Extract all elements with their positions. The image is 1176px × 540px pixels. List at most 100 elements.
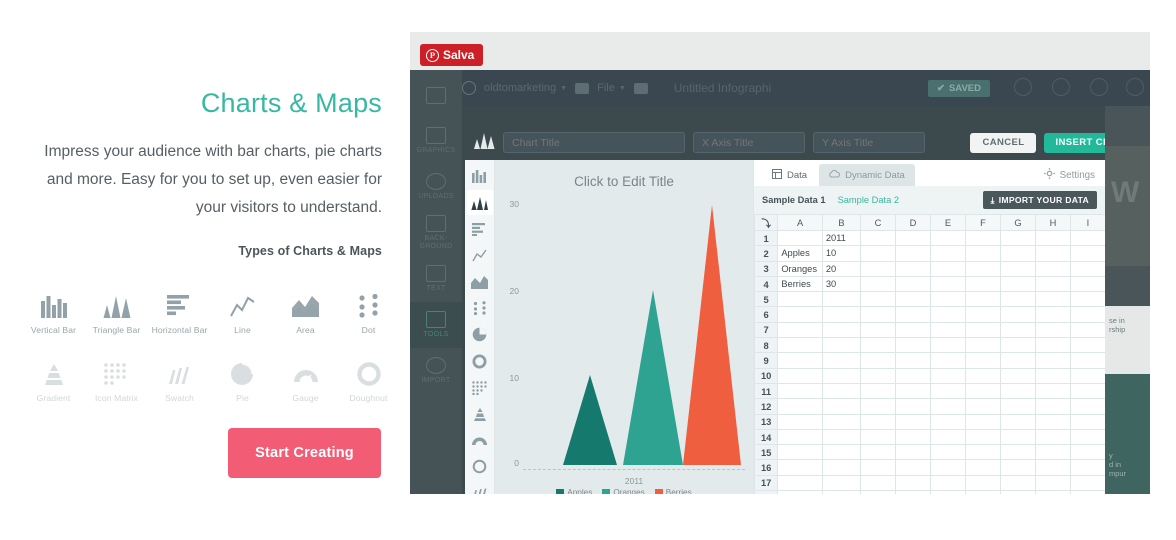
spreadsheet-cell[interactable] xyxy=(1069,367,1105,384)
start-creating-button[interactable]: Start Creating xyxy=(228,428,381,478)
strip-swatch-icon[interactable] xyxy=(467,481,493,494)
spreadsheet-cell[interactable] xyxy=(895,367,931,384)
spreadsheet-cell[interactable] xyxy=(999,490,1036,494)
spreadsheet-cell[interactable] xyxy=(895,459,931,476)
spreadsheet-cell[interactable] xyxy=(1034,398,1071,415)
bar-apples[interactable] xyxy=(563,375,617,470)
sample-data-2-link[interactable]: Sample Data 2 xyxy=(838,195,900,205)
spreadsheet-cell[interactable] xyxy=(777,229,823,247)
spreadsheet-cell[interactable] xyxy=(1034,275,1071,293)
spreadsheet-cell[interactable] xyxy=(964,398,1001,415)
spreadsheet-cell[interactable] xyxy=(821,382,862,400)
preview-icon[interactable] xyxy=(1014,78,1032,96)
spreadsheet-cell[interactable] xyxy=(1069,337,1105,354)
spreadsheet-cell[interactable]: 10 xyxy=(821,245,862,262)
spreadsheet-cell[interactable] xyxy=(930,337,966,354)
spreadsheet-cell[interactable] xyxy=(999,321,1036,339)
row-header[interactable]: 10 xyxy=(754,367,779,384)
spreadsheet-cell[interactable] xyxy=(1034,291,1071,308)
column-header-g[interactable]: G xyxy=(999,214,1036,231)
chart-preview[interactable]: Click to Edit Title 30 20 10 0 2011 Appl… xyxy=(495,160,753,494)
row-header[interactable]: 17 xyxy=(754,474,779,492)
spreadsheet-cell[interactable] xyxy=(1069,413,1105,430)
spreadsheet-cell[interactable] xyxy=(1069,398,1105,415)
spreadsheet-cell[interactable] xyxy=(1069,428,1105,446)
chart-type-gradient[interactable]: Gradient xyxy=(22,356,85,403)
spreadsheet-cell[interactable] xyxy=(860,413,897,430)
spreadsheet-cell[interactable] xyxy=(930,382,966,400)
spreadsheet-cell[interactable] xyxy=(777,321,823,339)
file-menu[interactable]: File ▼ xyxy=(597,82,626,94)
spreadsheet-cell[interactable] xyxy=(930,275,966,293)
strip-dot-chart-icon[interactable] xyxy=(467,296,493,320)
spreadsheet-cell[interactable] xyxy=(964,260,1001,277)
row-header[interactable]: 12 xyxy=(754,398,779,415)
spreadsheet-cell[interactable] xyxy=(895,428,931,446)
spreadsheet-cell[interactable] xyxy=(930,398,966,415)
chart-type-vertical-bar[interactable]: Vertical Bar xyxy=(22,288,85,335)
spreadsheet-cell[interactable] xyxy=(964,382,1001,400)
spreadsheet-cell[interactable] xyxy=(964,229,1001,247)
strip-triangle-bar-icon[interactable] xyxy=(466,190,493,215)
spreadsheet-cell[interactable] xyxy=(964,413,1001,430)
spreadsheet-cell[interactable] xyxy=(1034,413,1071,430)
spreadsheet-cell[interactable] xyxy=(821,444,862,461)
spreadsheet-cell[interactable] xyxy=(895,229,931,247)
spreadsheet-cell[interactable] xyxy=(964,444,1001,461)
spreadsheet-cell[interactable] xyxy=(999,382,1036,400)
spreadsheet-cell[interactable] xyxy=(895,474,931,492)
spreadsheet-cell[interactable] xyxy=(860,229,897,247)
row-header[interactable]: 3 xyxy=(754,260,779,277)
document-title[interactable]: Untitled Infographi xyxy=(674,81,771,95)
spreadsheet-cell[interactable] xyxy=(930,260,966,277)
spreadsheet-cell[interactable] xyxy=(1034,428,1071,446)
row-header[interactable]: 18 xyxy=(754,490,779,494)
spreadsheet-cell[interactable] xyxy=(930,490,966,494)
y-axis-title-input[interactable] xyxy=(813,132,925,153)
account-menu[interactable]: oldtomarketing ▼ xyxy=(484,82,567,94)
spreadsheet-cell[interactable] xyxy=(964,474,1001,492)
spreadsheet-cell[interactable] xyxy=(999,245,1036,262)
spreadsheet-cell[interactable] xyxy=(821,367,862,384)
strip-ring-icon[interactable] xyxy=(467,455,493,479)
spreadsheet-cell[interactable] xyxy=(930,413,966,430)
spreadsheet-cell[interactable] xyxy=(999,229,1036,247)
sidebar-item-import[interactable]: IMPORT xyxy=(410,348,462,394)
spreadsheet-cell[interactable] xyxy=(1034,490,1071,494)
chart-type-swatch[interactable]: Swatch xyxy=(148,356,211,403)
spreadsheet-cell[interactable] xyxy=(777,367,823,384)
spreadsheet-cell[interactable] xyxy=(999,444,1036,461)
spreadsheet-cell[interactable] xyxy=(895,490,931,494)
spreadsheet-cell[interactable] xyxy=(964,337,1001,354)
spreadsheet-cell[interactable] xyxy=(999,459,1036,476)
spreadsheet-cell[interactable] xyxy=(1034,474,1071,492)
spreadsheet-cell[interactable] xyxy=(930,474,966,492)
spreadsheet-cell[interactable] xyxy=(1069,245,1105,262)
spreadsheet-cell[interactable] xyxy=(777,474,823,492)
publish-icon[interactable] xyxy=(1126,78,1144,96)
spreadsheet-cell[interactable] xyxy=(964,428,1001,446)
spreadsheet-cell[interactable] xyxy=(821,337,862,354)
column-header-c[interactable]: C xyxy=(860,214,897,231)
spreadsheet-cell[interactable] xyxy=(964,245,1001,262)
spreadsheet-cell[interactable] xyxy=(964,306,1001,323)
spreadsheet-cell[interactable] xyxy=(860,306,897,323)
spreadsheet-cell[interactable] xyxy=(999,352,1036,369)
spreadsheet-cell[interactable] xyxy=(930,306,966,323)
spreadsheet-cell[interactable] xyxy=(930,459,966,476)
spreadsheet-cell[interactable] xyxy=(999,413,1036,430)
spreadsheet-cell[interactable] xyxy=(964,459,1001,476)
sidebar-item-uploads[interactable]: UPLOADS xyxy=(410,164,462,210)
spreadsheet-cell[interactable] xyxy=(930,291,966,308)
spreadsheet-cell[interactable] xyxy=(999,291,1036,308)
sidebar-item-graphics[interactable]: GRAPHICS xyxy=(410,118,462,164)
spreadsheet-cell[interactable]: Apples xyxy=(777,245,823,262)
chart-type-doughnut[interactable]: Doughnut xyxy=(337,356,400,403)
chart-title-text[interactable]: Click to Edit Title xyxy=(495,174,753,189)
spreadsheet-cell[interactable] xyxy=(964,321,1001,339)
spreadsheet-cell[interactable] xyxy=(895,260,931,277)
sidebar-item-logo[interactable] xyxy=(410,72,462,118)
spreadsheet-cell[interactable] xyxy=(964,352,1001,369)
import-your-data-button[interactable]: ⤓ IMPORT YOUR DATA xyxy=(982,191,1097,209)
spreadsheet-cell[interactable] xyxy=(895,444,931,461)
